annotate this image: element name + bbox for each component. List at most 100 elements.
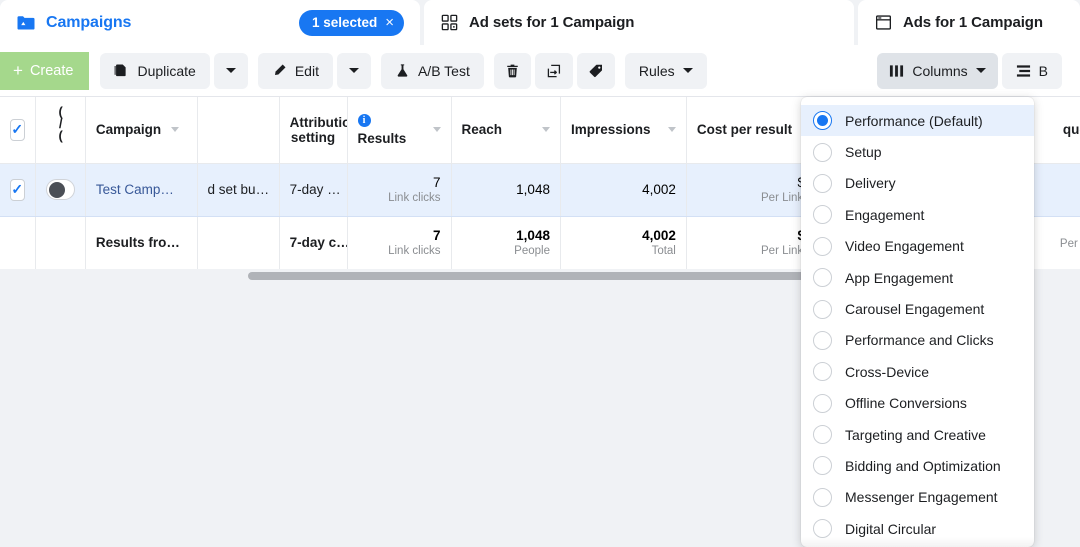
breakdown-button[interactable]: B <box>1001 52 1062 89</box>
total-checkbox-cell <box>0 216 36 269</box>
duplicate-group: Duplicate <box>100 52 248 89</box>
dropdown-item-offline-conversions[interactable]: Offline Conversions <box>801 388 1034 419</box>
trash-icon <box>505 63 520 79</box>
campaign-name-link[interactable]: Test Camp… <box>96 182 174 197</box>
row-checkbox[interactable]: ✓ <box>10 178 25 201</box>
radio-icon[interactable] <box>813 487 832 507</box>
radio-icon[interactable] <box>813 330 832 350</box>
dropdown-item-label: Carousel Engagement <box>845 301 985 318</box>
chevron-down-icon <box>975 68 986 73</box>
rules-button-label: Rules <box>638 62 675 79</box>
dropdown-item-carousel-engagement[interactable]: Carousel Engagement <box>801 293 1034 324</box>
window-icon <box>874 13 893 32</box>
row-attribution-cell: 7-day … <box>279 163 348 217</box>
ab-test-button[interactable]: A/B Test <box>380 52 484 89</box>
dropdown-item-label: Cross-Device <box>845 363 930 380</box>
dropdown-item-label: Messenger Engagement <box>845 489 998 506</box>
edit-group: Edit <box>257 52 371 89</box>
row-checkbox-cell[interactable]: ✓ <box>0 163 36 217</box>
breakdown-button-label: B <box>1038 62 1048 79</box>
create-button[interactable]: + Create <box>0 51 90 90</box>
total-toggle-cell <box>35 216 86 269</box>
tag-button[interactable] <box>576 52 615 89</box>
radio-icon[interactable] <box>813 299 832 319</box>
breakdown-lines-icon <box>1016 64 1031 78</box>
sort-caret-icon[interactable] <box>667 127 676 133</box>
info-icon[interactable]: i <box>357 113 371 127</box>
rules-button[interactable]: Rules <box>624 52 707 89</box>
total-reach-value: 1,048 <box>516 228 550 243</box>
tab-ad-sets-label: Ad sets for 1 Campaign <box>469 14 635 31</box>
sort-caret-icon[interactable] <box>432 127 441 133</box>
th-select-all[interactable]: ✓ <box>0 97 36 164</box>
select-all-checkbox[interactable]: ✓ <box>10 118 25 141</box>
results-value: 7 <box>432 175 441 190</box>
radio-icon[interactable] <box>813 362 832 382</box>
dropdown-item-label: Delivery <box>845 175 896 192</box>
duplicate-dropdown-button[interactable] <box>213 52 248 89</box>
columns-dropdown-menu[interactable]: Performance (Default) Setup Delivery Eng… <box>801 97 1034 547</box>
reach-value: 1,048 <box>516 182 550 197</box>
campaign-status-toggle[interactable] <box>45 179 75 200</box>
chevron-down-icon <box>348 68 359 73</box>
close-icon[interactable]: × <box>385 15 394 30</box>
sort-caret-icon[interactable] <box>171 127 180 133</box>
dropdown-item-app-engagement[interactable]: App Engagement <box>801 262 1034 293</box>
radio-icon[interactable] <box>813 456 832 476</box>
dropdown-item-label: Bidding and Optimization <box>845 457 1001 474</box>
sort-caret-icon[interactable] <box>541 127 550 133</box>
columns-group: Columns B <box>877 52 1062 89</box>
dropdown-item-delivery[interactable]: Delivery <box>801 168 1034 199</box>
dropdown-item-targeting-and-creative[interactable]: Targeting and Creative <box>801 419 1034 450</box>
total-impressions-value: 4,002 <box>642 228 676 243</box>
th-impressions[interactable]: Impressions <box>560 97 687 164</box>
total-results-value: 7 <box>432 228 441 243</box>
off-on-label: (/( <box>58 105 63 143</box>
th-reach[interactable]: Reach <box>451 97 561 164</box>
row-toggle-cell[interactable] <box>35 163 86 217</box>
results-subtext: Link clicks <box>388 192 441 204</box>
dropdown-item-setup[interactable]: Setup <box>801 136 1034 167</box>
total-reach-subtext: People <box>514 245 550 257</box>
ads-manager-screen: Campaigns 1 selected × Ad sets for 1 Cam… <box>0 0 1080 547</box>
th-attribution-setting: Attribution setting <box>279 97 348 164</box>
chevron-down-icon <box>225 68 236 73</box>
radio-icon[interactable] <box>813 393 832 413</box>
row-campaign-cell[interactable]: Test Camp… <box>85 163 198 217</box>
total-label-cell: Results fro… <box>85 216 198 269</box>
export-button[interactable] <box>534 52 573 89</box>
tab-ad-sets[interactable]: Ad sets for 1 Campaign <box>424 0 854 45</box>
edit-button[interactable]: Edit <box>257 52 333 89</box>
dropdown-item-label: Video Engagement <box>845 238 964 255</box>
tab-campaigns[interactable]: Campaigns 1 selected × <box>0 0 420 45</box>
th-cost-label: Cost per result <box>696 122 793 138</box>
radio-icon[interactable] <box>813 173 832 193</box>
radio-icon[interactable] <box>813 205 832 225</box>
th-campaign[interactable]: Campaign <box>85 97 198 164</box>
radio-icon[interactable] <box>813 236 832 256</box>
flask-icon <box>395 63 410 78</box>
dropdown-item-bidding-and-optimization[interactable]: Bidding and Optimization <box>801 450 1034 481</box>
dropdown-item-cross-device[interactable]: Cross-Device <box>801 356 1034 387</box>
dropdown-item-video-engagement[interactable]: Video Engagement <box>801 231 1034 262</box>
delete-button[interactable] <box>493 52 531 89</box>
radio-icon[interactable] <box>813 519 832 539</box>
selection-badge[interactable]: 1 selected × <box>298 9 404 36</box>
radio-icon[interactable] <box>813 142 832 162</box>
edit-dropdown-button[interactable] <box>336 52 371 89</box>
th-results[interactable]: i Results <box>347 97 452 164</box>
columns-button[interactable]: Columns <box>877 52 998 89</box>
plus-icon: + <box>13 60 23 80</box>
tab-ads[interactable]: Ads for 1 Campaign <box>858 0 1080 45</box>
tab-bar: Campaigns 1 selected × Ad sets for 1 Cam… <box>0 0 1080 45</box>
duplicate-button[interactable]: Duplicate <box>100 52 210 89</box>
radio-icon[interactable] <box>813 111 832 131</box>
radio-icon[interactable] <box>813 268 832 288</box>
dropdown-item-engagement[interactable]: Engagement <box>801 199 1034 230</box>
dropdown-item-performance-and-clicks[interactable]: Performance and Clicks <box>801 325 1034 356</box>
grid-squares-icon <box>440 13 459 32</box>
dropdown-item-messenger-engagement[interactable]: Messenger Engagement <box>801 482 1034 513</box>
radio-icon[interactable] <box>813 425 832 445</box>
dropdown-item-performance-default[interactable]: Performance (Default) <box>801 105 1034 137</box>
columns-button-label: Columns <box>912 62 968 79</box>
